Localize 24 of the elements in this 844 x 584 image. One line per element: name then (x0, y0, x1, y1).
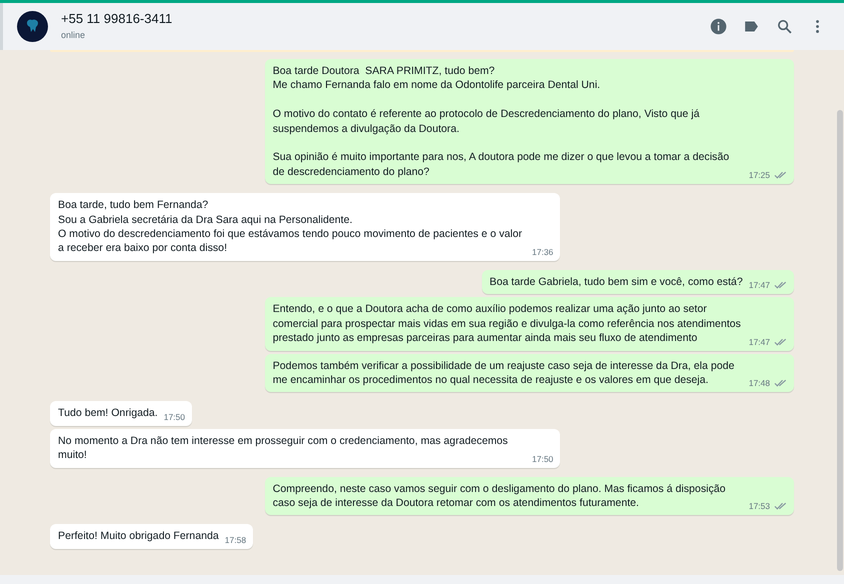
message-time: 17:50 (164, 412, 185, 422)
message-time: 17:50 (532, 454, 554, 464)
message-text: Compreendo, neste caso vamos seguir com o desligamento do plano. Mas ficamos á disposição caso seja de interesse da Doutora retomar com os atendimentos futuramente. (272, 482, 727, 511)
message-time: 17:36 (532, 246, 554, 257)
message-time: 17:47 (748, 336, 770, 346)
message-time: 17:25 (748, 170, 770, 180)
message-text: Podemos também verificar a possibilidade de um reajuste caso seja de interesse da Dra, ela pode me encaminhar os procedimentos no qual necessita de reajuste e os valores em que deseja. (272, 358, 736, 388)
search-icon[interactable] (776, 18, 793, 35)
message-time: 17:53 (748, 501, 770, 512)
message-time: 17:47 (748, 280, 770, 290)
message-text: No momento a Dra não tem interesse em prosseguir com o credenciamento, mas agradecemos muito! (58, 434, 509, 464)
message-text: Entendo, e o que a Doutora acha de como auxílio podemos realizar uma ação junto ao setor comercial para prospectar mais vidas em sua região e divulga-la como referência nos atendimentos prestado junto as empresas parceiras para aumentar ainda mais seu fluxo de atendimento (272, 302, 742, 346)
message-text: Boa tarde, tudo bem Fernanda? Sou a Gabriela secretária da Dra Sara aqui na Personalidente. O motivo do descredenciamento foi que estávamos tendo pouco movimento de pacientes e o valor a receber era baixo por conta disso! (58, 198, 524, 256)
scrollbar[interactable] (837, 110, 843, 571)
contact-name: +55 11 99816-3411 (61, 11, 172, 27)
message-time: 17:58 (224, 534, 246, 545)
info-icon[interactable] (710, 18, 727, 35)
message-text: Boa tarde Doutora SARA PRIMITZ, tudo bem? Me chamo Fernanda falo em nome da Odontolife parceira Dental Uni. O motivo do contato é referente ao protocolo de Descredenciamento do plano, Visto que já suspendemos a divulgação da Doutora. Sua opinião é muito importante para nos, A doutora pode me dizer o que levou a tomar a decisão de descredenciamento do plano? (272, 64, 730, 180)
contact-status: online (61, 29, 86, 42)
message-time: 17:48 (748, 378, 770, 388)
message-text: Tudo bem! Onrigada. (58, 406, 158, 422)
message-text: Boa tarde Gabriela, tudo bem sim e você, como está? (490, 274, 743, 290)
message-text: Perfeito! Muito obrigado Fernanda (58, 529, 219, 544)
avatar-logo-icon (17, 11, 48, 42)
